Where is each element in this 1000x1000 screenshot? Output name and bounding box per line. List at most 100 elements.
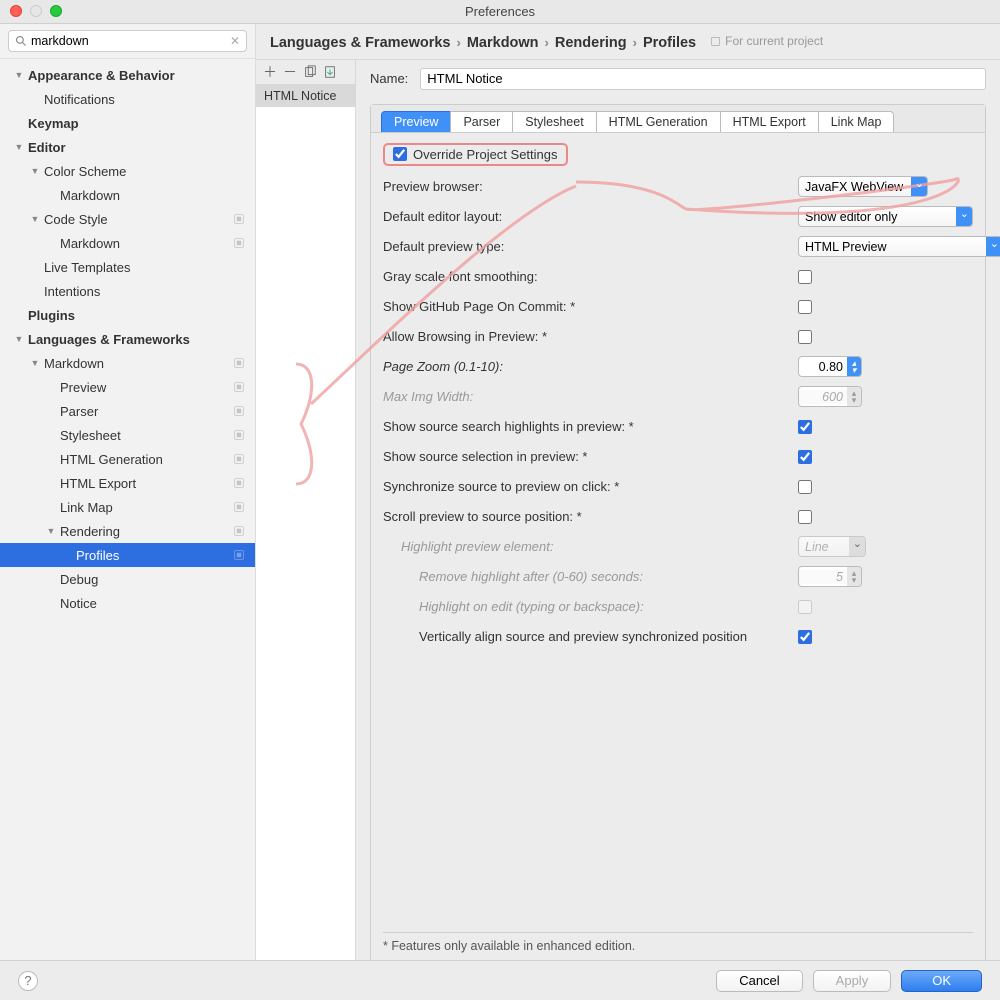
- sidebar-item-label: Languages & Frameworks: [24, 332, 190, 347]
- checkbox-show-source-selection[interactable]: [798, 450, 812, 464]
- checkbox-sync-click[interactable]: [798, 480, 812, 494]
- sidebar-item[interactable]: Markdown: [0, 183, 255, 207]
- sidebar-item[interactable]: Live Templates: [0, 255, 255, 279]
- sidebar-item-label: HTML Export: [56, 476, 136, 491]
- zoom-icon[interactable]: [50, 5, 62, 17]
- sidebar-item-label: Notice: [56, 596, 97, 611]
- tab-preview[interactable]: Preview: [381, 111, 451, 132]
- label-show-source-search: Show source search highlights in preview…: [383, 419, 798, 434]
- checkbox-scroll-preview[interactable]: [798, 510, 812, 524]
- override-checkbox[interactable]: [393, 147, 407, 161]
- breadcrumb-item[interactable]: Languages & Frameworks: [270, 35, 451, 51]
- tab-link-map[interactable]: Link Map: [818, 111, 895, 132]
- window-controls: [10, 5, 62, 17]
- sidebar-item[interactable]: Keymap: [0, 111, 255, 135]
- label-remove-highlight: Remove highlight after (0-60) seconds:: [419, 569, 798, 584]
- label-page-zoom: Page Zoom (0.1-10):: [383, 359, 798, 374]
- checkbox-github-page[interactable]: [798, 300, 812, 314]
- profile-name-input[interactable]: [420, 68, 986, 90]
- sidebar-item[interactable]: Notice: [0, 591, 255, 615]
- tab-html-export[interactable]: HTML Export: [720, 111, 819, 132]
- disclosure-icon: ▼: [30, 214, 40, 224]
- sidebar-item[interactable]: Stylesheet: [0, 423, 255, 447]
- sidebar-item[interactable]: Markdown: [0, 231, 255, 255]
- sidebar-item[interactable]: ▼Markdown: [0, 351, 255, 375]
- checkbox-vertically-align[interactable]: [798, 630, 812, 644]
- add-icon[interactable]: ＋: [262, 64, 278, 80]
- sidebar-item-label: Preview: [56, 380, 106, 395]
- clear-icon[interactable]: ✕: [230, 34, 240, 48]
- select-preview-type[interactable]: HTML Preview: [798, 236, 1000, 257]
- sidebar-item-label: Plugins: [24, 308, 75, 323]
- profile-list-item[interactable]: HTML Notice: [256, 85, 355, 107]
- label-github-page: Show GitHub Page On Commit: *: [383, 299, 798, 314]
- close-icon[interactable]: [10, 5, 22, 17]
- sidebar-item[interactable]: Notifications: [0, 87, 255, 111]
- breadcrumb-item[interactable]: Markdown: [467, 35, 539, 51]
- form-area: Name: Preview Parser Stylesheet HTML Gen…: [356, 60, 1000, 972]
- sidebar-item[interactable]: Intentions: [0, 279, 255, 303]
- sidebar-item[interactable]: HTML Generation: [0, 447, 255, 471]
- search-input[interactable]: ✕: [8, 30, 247, 52]
- sidebar-item[interactable]: ▼Color Scheme: [0, 159, 255, 183]
- label-highlight-element: Highlight preview element:: [401, 539, 798, 554]
- apply-button[interactable]: Apply: [813, 970, 892, 992]
- sidebar-item[interactable]: ▼Appearance & Behavior: [0, 63, 255, 87]
- label-preview-type: Default preview type:: [383, 239, 798, 254]
- sidebar-item[interactable]: HTML Export: [0, 471, 255, 495]
- sidebar-item[interactable]: Parser: [0, 399, 255, 423]
- select-highlight-element: Line: [798, 536, 866, 557]
- sidebar-item[interactable]: Link Map: [0, 495, 255, 519]
- stepper-icon: ▴▾: [847, 387, 861, 406]
- import-icon[interactable]: [322, 64, 338, 80]
- stepper-icon[interactable]: ▴▾: [847, 357, 861, 376]
- scope-note: For current project: [710, 34, 823, 48]
- checkbox-show-source-search[interactable]: [798, 420, 812, 434]
- ok-button[interactable]: OK: [901, 970, 982, 992]
- sidebar-item-label: HTML Generation: [56, 452, 163, 467]
- sidebar-item[interactable]: ▼Rendering: [0, 519, 255, 543]
- tab-parser[interactable]: Parser: [450, 111, 513, 132]
- sidebar-item-label: Markdown: [56, 188, 120, 203]
- copy-icon[interactable]: [302, 64, 318, 80]
- disclosure-icon: ▼: [30, 166, 40, 176]
- sidebar-item-label: Markdown: [56, 236, 120, 251]
- sidebar-item[interactable]: ▼Editor: [0, 135, 255, 159]
- remove-icon[interactable]: －: [282, 64, 298, 80]
- settings-tree[interactable]: ▼Appearance & BehaviorNotificationsKeyma…: [0, 59, 255, 960]
- label-sync-click: Synchronize source to preview on click: …: [383, 479, 798, 494]
- sidebar-item[interactable]: Debug: [0, 567, 255, 591]
- sidebar-item-label: Color Scheme: [40, 164, 126, 179]
- tab-html-generation[interactable]: HTML Generation: [596, 111, 721, 132]
- label-max-img-width: Max Img Width:: [383, 389, 798, 404]
- select-preview-browser[interactable]: JavaFX WebView: [798, 176, 928, 197]
- breadcrumb-item[interactable]: Rendering: [555, 35, 627, 51]
- checkbox-allow-browsing[interactable]: [798, 330, 812, 344]
- sidebar-item[interactable]: Preview: [0, 375, 255, 399]
- input-max-img-width: [799, 390, 847, 404]
- sidebar-item-label: Profiles: [72, 548, 119, 563]
- tab-stylesheet[interactable]: Stylesheet: [512, 111, 596, 132]
- cancel-button[interactable]: Cancel: [716, 970, 802, 992]
- sidebar-item-label: Markdown: [40, 356, 104, 371]
- sidebar-item[interactable]: ▼Languages & Frameworks: [0, 327, 255, 351]
- help-button[interactable]: ?: [18, 971, 38, 991]
- sidebar-item[interactable]: Profiles: [0, 543, 255, 567]
- sidebar-item[interactable]: ▼Code Style: [0, 207, 255, 231]
- sidebar-item[interactable]: Plugins: [0, 303, 255, 327]
- input-page-zoom[interactable]: [799, 360, 847, 374]
- sidebar-item-label: Parser: [56, 404, 98, 419]
- disclosure-icon: ▼: [30, 358, 40, 368]
- select-editor-layout[interactable]: Show editor only: [798, 206, 973, 227]
- sidebar-item-label: Rendering: [56, 524, 120, 539]
- sidebar-item-label: Editor: [24, 140, 66, 155]
- override-project-settings[interactable]: Override Project Settings: [383, 143, 568, 166]
- breadcrumb: Languages & Frameworks › Markdown › Rend…: [256, 24, 1000, 60]
- search-field[interactable]: [27, 34, 230, 48]
- chevron-right-icon: ›: [633, 35, 637, 50]
- sidebar-item-label: Link Map: [56, 500, 113, 515]
- sidebar: ✕ ▼Appearance & BehaviorNotificationsKey…: [0, 24, 256, 960]
- label-scroll-preview: Scroll preview to source position: *: [383, 509, 798, 524]
- disclosure-icon: ▼: [14, 70, 24, 80]
- checkbox-gray-scale[interactable]: [798, 270, 812, 284]
